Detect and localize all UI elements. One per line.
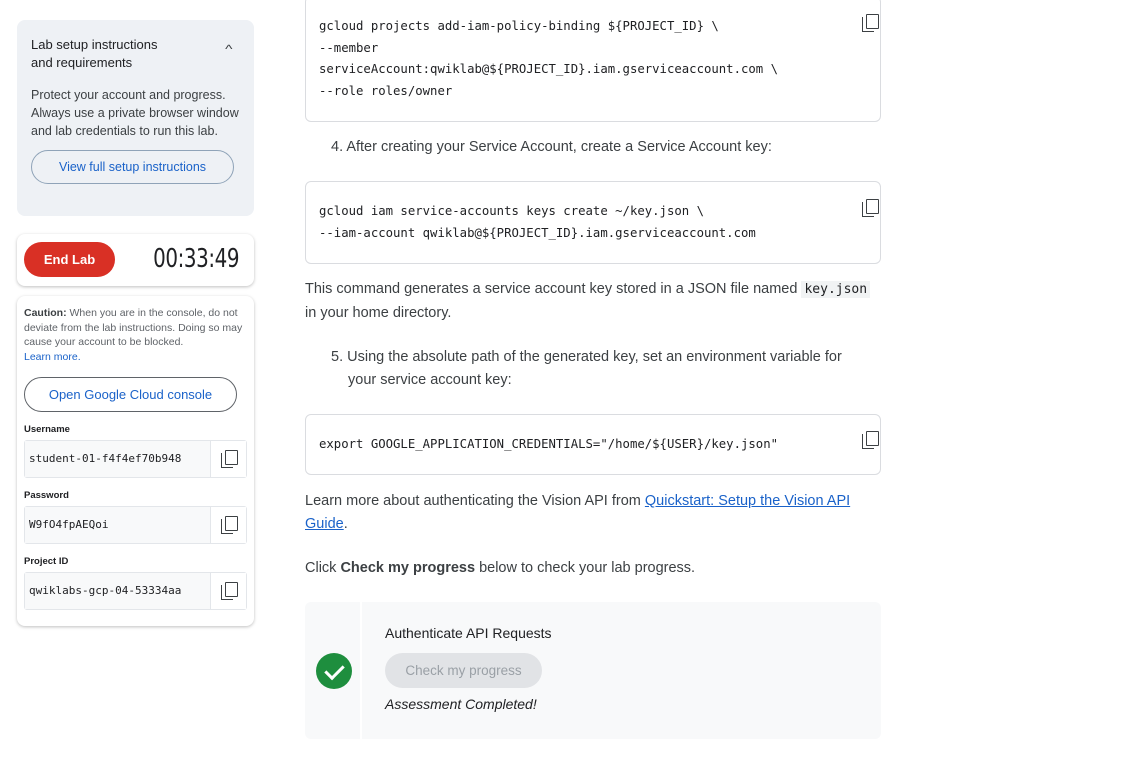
caution-text: Caution: When you are in the console, do… xyxy=(24,306,247,364)
code-block-keys-create: gcloud iam service-accounts keys create … xyxy=(305,181,881,264)
progress-status-column xyxy=(305,602,362,739)
code-block-iam-binding: gcloud projects add-iam-policy-binding $… xyxy=(305,0,881,122)
copy-password-button[interactable] xyxy=(210,507,246,543)
check-progress-paragraph: Click Check my progress below to check y… xyxy=(305,557,695,580)
step-4-text: 4. After creating your Service Account, … xyxy=(331,139,772,155)
step-5-line2: your service account key: xyxy=(348,371,512,388)
password-value[interactable]: W9fO4fpAEQoi xyxy=(25,507,210,543)
setup-header[interactable]: Lab setup instructions and requirements … xyxy=(31,36,240,72)
project-id-label: Project ID xyxy=(24,556,69,567)
username-field: student-01-f4f4ef70b948 xyxy=(24,440,247,478)
setup-description: Protect your account and progress. Alway… xyxy=(31,88,239,138)
assessment-status: Assessment Completed! xyxy=(385,696,537,712)
copy-icon xyxy=(220,450,238,468)
step-5-line1: 5. Using the absolute path of the genera… xyxy=(331,349,842,365)
setup-title: Lab setup instructions and requirements xyxy=(31,36,201,72)
step-5-text: 5. Using the absolute path of the genera… xyxy=(331,346,842,391)
project-id-field: qwiklabs-gcp-04-53334aa xyxy=(24,572,247,610)
paragraph-end: . xyxy=(343,515,348,532)
progress-check-card: Authenticate API Requests Check my progr… xyxy=(305,602,881,739)
code-text: gcloud iam service-accounts keys create … xyxy=(319,204,756,240)
credentials-card: Caution: When you are in the console, do… xyxy=(17,296,254,626)
chevron-up-icon[interactable]: ^ xyxy=(226,42,233,56)
copy-project-id-button[interactable] xyxy=(210,573,246,609)
setup-title-line2: and requirements xyxy=(31,55,133,70)
lab-timer-card: End Lab 00:33:49 xyxy=(17,234,254,286)
password-field: W9fO4fpAEQoi xyxy=(24,506,247,544)
inline-code: key.json xyxy=(801,281,871,298)
task-title: Authenticate API Requests xyxy=(385,625,552,641)
check-my-progress-button[interactable]: Check my progress xyxy=(385,653,542,688)
paragraph-text: Learn more about authenticating the Visi… xyxy=(305,493,645,509)
learn-more-link[interactable]: Learn more. xyxy=(24,351,81,363)
key-json-paragraph: This command generates a service account… xyxy=(305,278,885,324)
setup-title-line1: Lab setup instructions xyxy=(31,37,158,52)
paragraph-bold: Check my progress xyxy=(340,560,476,576)
quickstart-link[interactable]: Quickstart: Setup the Vision API xyxy=(645,493,850,509)
caution-label: Caution: xyxy=(24,307,67,319)
username-label: Username xyxy=(24,424,70,435)
setup-instructions-card: Lab setup instructions and requirements … xyxy=(17,20,254,216)
copy-icon xyxy=(220,516,238,534)
code-text: export GOOGLE_APPLICATION_CREDENTIALS="/… xyxy=(319,437,779,451)
check-circle-icon xyxy=(316,653,352,689)
code-block-export: export GOOGLE_APPLICATION_CREDENTIALS="/… xyxy=(305,414,881,475)
copy-username-button[interactable] xyxy=(210,441,246,477)
end-lab-button[interactable]: End Lab xyxy=(24,242,115,277)
learn-more-paragraph: Learn more about authenticating the Visi… xyxy=(305,490,885,535)
paragraph-text: below to check your lab progress. xyxy=(475,560,696,576)
quickstart-link-continued[interactable]: Guide xyxy=(305,516,344,532)
password-label: Password xyxy=(24,490,69,501)
project-id-value[interactable]: qwiklabs-gcp-04-53334aa xyxy=(25,573,210,609)
copy-icon xyxy=(220,582,238,600)
paragraph-text: in your home directory. xyxy=(305,304,452,321)
lab-timer: 00:33:49 xyxy=(153,244,239,274)
code-text: gcloud projects add-iam-policy-binding $… xyxy=(319,19,779,99)
paragraph-text: This command generates a service account… xyxy=(305,281,802,297)
view-setup-instructions-button[interactable]: View full setup instructions xyxy=(31,150,234,184)
paragraph-text: Click xyxy=(305,560,341,576)
username-value[interactable]: student-01-f4f4ef70b948 xyxy=(25,441,210,477)
open-console-button[interactable]: Open Google Cloud console xyxy=(24,377,237,412)
